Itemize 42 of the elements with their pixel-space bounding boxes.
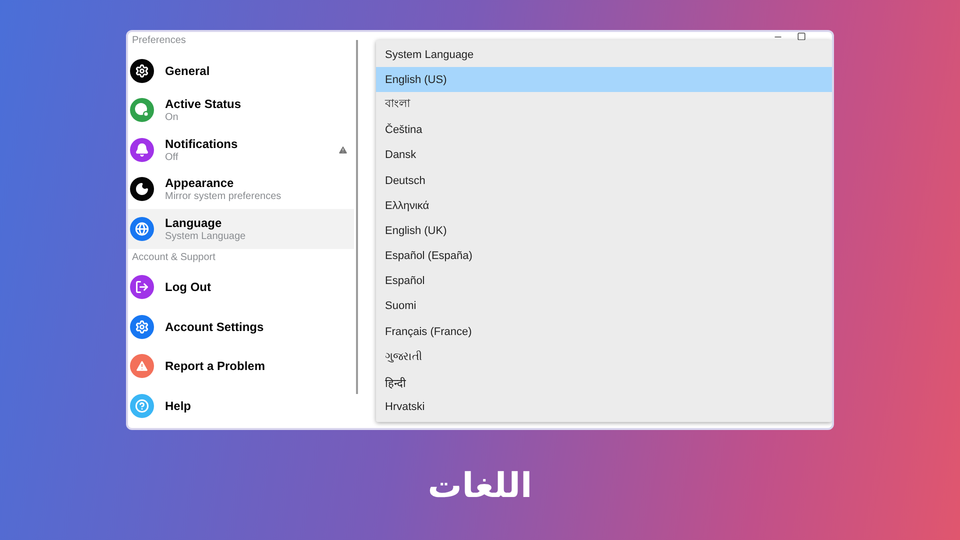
language-option[interactable]: Hrvatski bbox=[376, 394, 832, 420]
sidebar-item[interactable]: Help bbox=[128, 386, 354, 426]
item-label: Appearance bbox=[165, 176, 235, 190]
language-option[interactable]: Čeština bbox=[376, 118, 832, 143]
language-option[interactable]: ગુજરાતી bbox=[376, 344, 832, 370]
item-subtitle: Off bbox=[165, 152, 180, 163]
item-label: Account Settings bbox=[165, 320, 265, 334]
language-option[interactable]: English (US) bbox=[376, 67, 832, 92]
language-option[interactable]: हिन्दी bbox=[376, 369, 832, 395]
language-option[interactable]: System Language bbox=[376, 42, 832, 68]
item-label: Help bbox=[165, 398, 192, 413]
language-option[interactable]: Français (France) bbox=[376, 319, 832, 344]
item-label: Active Status bbox=[165, 97, 242, 112]
item-label: Language bbox=[165, 216, 223, 230]
sidebar-item[interactable]: General bbox=[128, 51, 354, 90]
sidebar-item[interactable]: Language System Language bbox=[128, 209, 354, 248]
language-option[interactable]: বাংলা bbox=[376, 92, 832, 118]
language-option[interactable]: Ελληνικά bbox=[376, 193, 832, 218]
sidebar-item[interactable]: Report a Problem bbox=[128, 346, 354, 386]
item-subtitle: System Language bbox=[165, 230, 247, 242]
sidebar-item[interactable]: Active Status On bbox=[128, 90, 354, 130]
item-subtitle: On bbox=[165, 112, 180, 124]
sidebar-item[interactable]: Log Out bbox=[128, 268, 354, 307]
language-option[interactable]: English (UK) bbox=[376, 218, 832, 244]
scrollbar[interactable] bbox=[356, 40, 358, 394]
sidebar-item[interactable]: Appearance Mirror system preferences bbox=[128, 170, 354, 209]
language-option[interactable]: Español (España) bbox=[376, 244, 832, 269]
language-option[interactable]: Suomi bbox=[376, 294, 832, 320]
section-title: Account & Support bbox=[131, 250, 216, 264]
sidebar-item[interactable]: Account Settings bbox=[128, 307, 354, 346]
sidebar-item[interactable]: Notifications Off bbox=[128, 130, 354, 170]
item-label: Log Out bbox=[165, 280, 212, 294]
section-title: Preferences bbox=[131, 34, 187, 48]
item-label: Notifications bbox=[165, 136, 239, 151]
language-option[interactable]: Deutsch bbox=[376, 168, 832, 194]
item-label: General bbox=[165, 64, 211, 78]
maximize-icon[interactable] bbox=[797, 32, 806, 41]
item-subtitle: Mirror system preferences bbox=[165, 191, 282, 202]
language-option[interactable]: Español bbox=[376, 268, 832, 294]
caption-title: اللغات bbox=[428, 466, 532, 506]
language-option[interactable]: Dansk bbox=[376, 142, 832, 168]
item-label: Report a Problem bbox=[165, 359, 266, 374]
